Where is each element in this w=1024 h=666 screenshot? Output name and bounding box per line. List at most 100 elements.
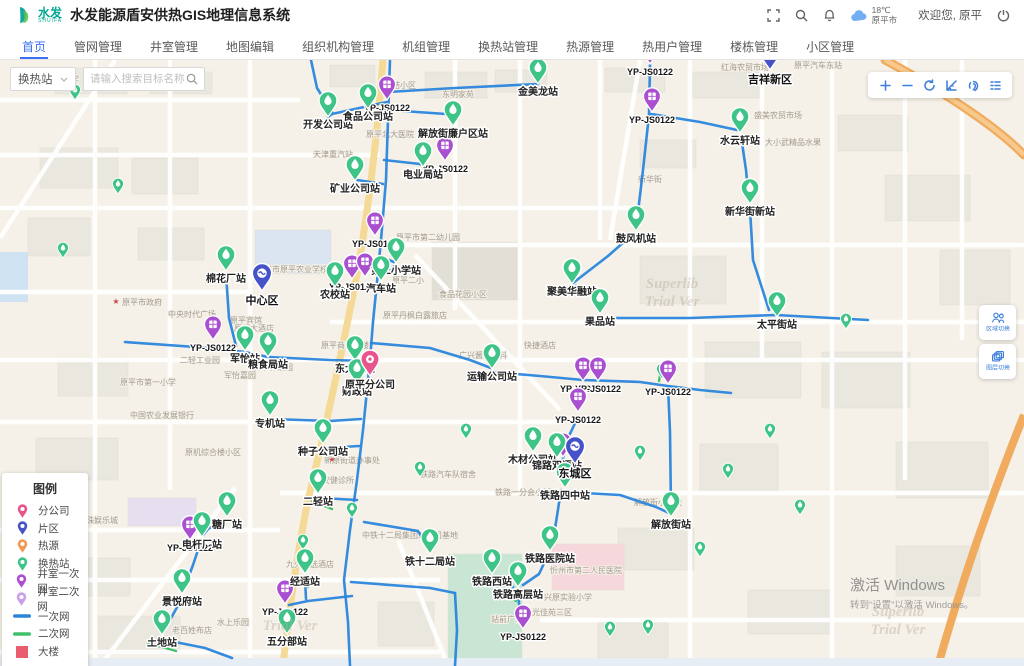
- tab-11[interactable]: 小区管理: [792, 30, 868, 59]
- station-label: 糖厂站: [212, 518, 242, 531]
- place-label: 中铁十二局集团二公司基地: [362, 530, 458, 540]
- legend-pin-icon: [15, 591, 28, 607]
- district-label: 吉祥新区: [748, 72, 792, 86]
- legend-title: 图例: [2, 480, 88, 497]
- station-label: 解放街廉户区站: [418, 127, 488, 140]
- tab-1[interactable]: 首页: [8, 30, 60, 59]
- legend-square-icon: [16, 646, 28, 658]
- map-canvas[interactable]: 原平实验中学团结小区东明家苑原平北大医院天津重汽站红海农贸市场原平汽车东站盛美农…: [0, 60, 1024, 666]
- legend-item-label: 片区: [38, 521, 59, 536]
- legend-item-label: 一次网: [38, 609, 70, 624]
- place-label: 原平汽车东站: [794, 60, 842, 70]
- station-label: 铁十二局站: [405, 555, 455, 568]
- well-label: YP-JS0122: [645, 387, 691, 397]
- station-label: 矿业公司站: [330, 182, 380, 195]
- tab-6[interactable]: 机组管理: [388, 30, 464, 59]
- search-submit-icon[interactable]: [186, 73, 198, 85]
- tab-10[interactable]: 楼栋管理: [716, 30, 792, 59]
- legend-item-label: 热源: [38, 538, 59, 553]
- tab-2[interactable]: 管网管理: [60, 30, 136, 59]
- zoom-out-button[interactable]: [896, 72, 918, 98]
- layer-list-button[interactable]: [984, 72, 1006, 98]
- weather-city: 原平市: [872, 15, 898, 25]
- tab-5[interactable]: 组织机构管理: [288, 30, 388, 59]
- place-label: 原平二小: [392, 276, 424, 285]
- place-label: 兴原实验小学: [544, 592, 592, 602]
- place-label: 大小武精品水果: [765, 137, 821, 147]
- tab-8[interactable]: 热源管理: [552, 30, 628, 59]
- well-label: YP-JS0122: [629, 115, 675, 125]
- station-label: 聚美华融站: [546, 285, 597, 298]
- search-icon[interactable]: [795, 9, 808, 22]
- legend-line-icon: [13, 631, 31, 637]
- place-label: 原平市政府: [122, 297, 162, 307]
- legend-pin-icon: [16, 503, 29, 519]
- station-label: 专机站: [255, 417, 285, 430]
- tab-4[interactable]: 地图编辑: [212, 30, 288, 59]
- station-label: 铁路西站: [472, 575, 512, 588]
- place-label: 老百姓布店: [172, 625, 212, 635]
- search-category-value: 换热站: [18, 71, 53, 87]
- district-label: 中心区: [246, 293, 279, 307]
- station-label: 土地站: [147, 636, 177, 649]
- logout-power-icon[interactable]: [997, 9, 1010, 22]
- area-switch-button[interactable]: 区域切换: [979, 305, 1016, 340]
- layer-switch-button[interactable]: 图层切换: [979, 344, 1016, 379]
- tab-9[interactable]: 热用户管理: [628, 30, 716, 59]
- poi-star-icon: ★: [112, 297, 119, 306]
- zoom-in-button[interactable]: [874, 72, 896, 98]
- trial-watermark: Trial Ver: [871, 622, 926, 638]
- layers-icon: [991, 350, 1005, 363]
- station-label: 经适站: [290, 575, 320, 588]
- station-label: 棉花厂站: [206, 272, 246, 285]
- tab-3[interactable]: 井室管理: [136, 30, 212, 59]
- trial-watermark: Superlib: [646, 276, 699, 292]
- legend-item: 二次网: [2, 625, 88, 643]
- legend-pin-icon: [16, 520, 29, 536]
- layer-list-icon: [989, 79, 1002, 92]
- reset-view-icon: [923, 79, 936, 92]
- legend-item-label: 大楼: [38, 644, 59, 659]
- measure-icon: [945, 79, 958, 92]
- station-label: 二轻站: [303, 495, 333, 508]
- station-label: 五分部站: [267, 635, 307, 648]
- legend-pin-icon: [16, 556, 29, 572]
- users-icon: [991, 311, 1005, 324]
- station-label: 运输公司站: [467, 370, 517, 383]
- well-label: YP-JS0122: [627, 67, 673, 77]
- notification-bell-icon[interactable]: [823, 8, 836, 22]
- place-label: 水上乐园: [217, 617, 249, 627]
- legend-item: 分公司: [2, 502, 88, 520]
- place-label: 铁路汽车队宿舍: [420, 469, 476, 479]
- place-label: 快捷酒店: [524, 340, 556, 350]
- station-label: 铁路医院站: [525, 552, 575, 565]
- reset-view-button[interactable]: [918, 72, 940, 98]
- station-label: 金美龙站: [517, 85, 558, 98]
- chevron-down-icon: [60, 77, 68, 82]
- roam-button[interactable]: [962, 72, 984, 98]
- station-label: 解放街站: [651, 518, 691, 531]
- measure-button[interactable]: [940, 72, 962, 98]
- well-label: YP-JS0122: [555, 415, 601, 425]
- trial-watermark: Trial Ver: [645, 294, 700, 310]
- fullscreen-icon[interactable]: [767, 9, 780, 22]
- weather-widget: 18℃ 原平市: [851, 5, 898, 25]
- place-label: 军怡嘉园: [224, 370, 256, 380]
- search-category-select[interactable]: 换热站: [10, 67, 76, 91]
- legend-item-label: 二次网: [38, 626, 70, 641]
- station-label: 水云轩站: [719, 134, 760, 147]
- gis-map[interactable]: 原平实验中学团结小区东明家苑原平北大医院天津重汽站红海农贸市场原平汽车东站盛美农…: [0, 60, 1024, 666]
- station-label: 太平街站: [756, 318, 797, 331]
- map-legend: 图例 分公司片区热源换热站井室一次网井室二次网一次网二次网大楼: [2, 473, 88, 666]
- search-input[interactable]: [90, 73, 186, 85]
- map-search-bar: 换热站: [10, 67, 205, 91]
- temperature: 18℃: [872, 5, 898, 15]
- place-label: 二轻工业园: [180, 355, 220, 365]
- legend-line-icon: [13, 613, 31, 619]
- zoom-in-icon: [879, 79, 892, 92]
- page-title: 水发能源盾安供热GIS地理信息系统: [70, 5, 290, 25]
- app-header: 水发 SHUIFA 水发能源盾安供热GIS地理信息系统 18: [0, 0, 1024, 30]
- tab-7[interactable]: 换热站管理: [464, 30, 552, 59]
- place-label: 红海农贸市场: [721, 62, 769, 72]
- place-label: 天津重汽站: [313, 149, 353, 159]
